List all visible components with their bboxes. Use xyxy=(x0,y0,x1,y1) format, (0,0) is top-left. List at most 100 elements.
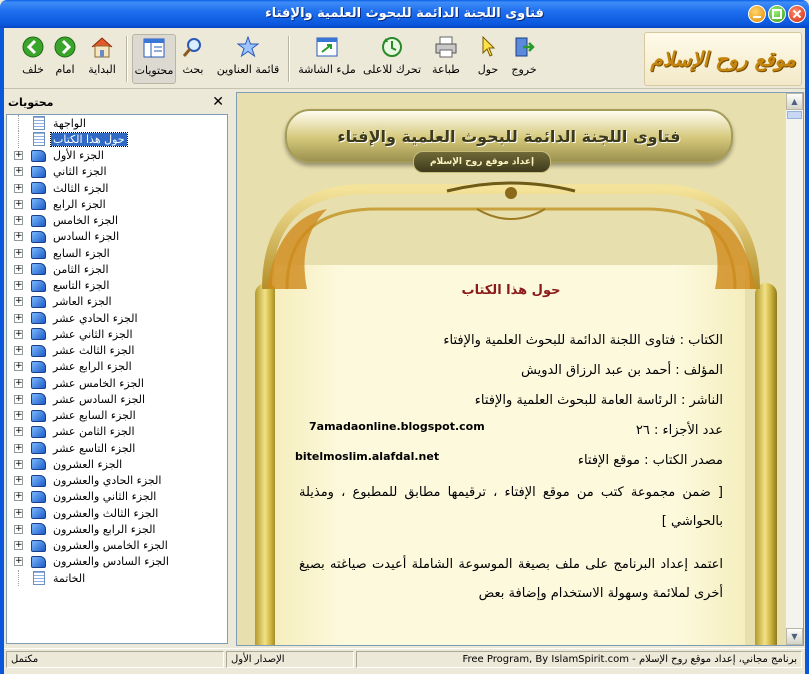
expand-icon[interactable]: + xyxy=(14,459,23,469)
tree-item-part[interactable]: + الجزء الثالث والعشرون xyxy=(7,505,227,521)
expand-icon[interactable]: + xyxy=(14,557,23,567)
tree-item-part[interactable]: + الجزء الثاني عشر xyxy=(7,326,227,342)
print-button[interactable]: طباعة xyxy=(428,34,464,84)
close-button[interactable] xyxy=(788,5,806,23)
expand-icon[interactable]: + xyxy=(14,492,23,502)
exit-button[interactable]: خروج xyxy=(508,34,540,84)
tree-item-part[interactable]: + الجزء العاشر xyxy=(7,294,227,310)
tree-item-part[interactable]: + الجزء السادس والعشرون xyxy=(7,554,227,570)
author-line: المؤلف : أحمد بن عبد الرزاق الدويش xyxy=(521,363,723,378)
tree-item-part[interactable]: + الجزء الثامن عشر xyxy=(7,424,227,440)
expand-icon[interactable]: + xyxy=(14,329,23,339)
tree-item-part[interactable]: + الجزء الخامس xyxy=(7,213,227,229)
tree-item-part[interactable]: + الجزء التاسع عشر xyxy=(7,440,227,456)
expand-icon[interactable]: + xyxy=(14,232,23,242)
tree-item-label: الجزء الثامن عشر xyxy=(53,425,135,439)
decorative-rail-left xyxy=(255,283,277,645)
expand-icon[interactable]: + xyxy=(14,248,23,258)
forward-button[interactable]: امام xyxy=(50,34,80,84)
tree-item-label: الخاتمة xyxy=(53,571,86,585)
move-up-button[interactable]: تحرك للاعلى xyxy=(360,34,424,84)
tree-item-part[interactable]: + الجزء الثاني والعشرون xyxy=(7,489,227,505)
expand-icon[interactable]: + xyxy=(14,183,23,193)
tree-item-part[interactable]: + الجزء التاسع xyxy=(7,278,227,294)
search-button[interactable]: بحث xyxy=(178,34,208,84)
back-arrow-icon xyxy=(20,34,46,60)
book-icon xyxy=(31,197,47,211)
tree-item-part[interactable]: + الجزء الحادي عشر xyxy=(7,310,227,326)
expand-icon[interactable]: + xyxy=(14,281,23,291)
expand-icon[interactable]: + xyxy=(14,411,23,421)
tree-item-part[interactable]: + الجزء الحادي والعشرون xyxy=(7,473,227,489)
tree-item-label: الجزء السادس xyxy=(53,230,120,244)
tree-item-part[interactable]: + الجزء السادس عشر xyxy=(7,391,227,407)
expand-icon[interactable]: + xyxy=(14,297,23,307)
back-label: خلف xyxy=(22,63,44,76)
contents-button[interactable]: محتويات xyxy=(132,34,176,84)
tree-item-page[interactable]: الواجهة xyxy=(7,115,227,132)
about-button[interactable]: حول xyxy=(474,34,502,84)
expand-icon[interactable]: + xyxy=(14,151,23,161)
expand-icon[interactable]: + xyxy=(14,313,23,323)
tree-item-part[interactable]: + الجزء العشرون xyxy=(7,456,227,472)
tree-item-part[interactable]: + الجزء الثالث عشر xyxy=(7,343,227,359)
home-button[interactable]: البداية xyxy=(84,34,120,84)
tree-item-part[interactable]: + الجزء الأول xyxy=(7,148,227,164)
tree-line xyxy=(18,131,19,148)
status-credit-en: Free Program, By IslamSpirit.com - xyxy=(462,654,639,665)
expand-icon[interactable]: + xyxy=(14,427,23,437)
expand-icon[interactable]: + xyxy=(14,264,23,274)
expand-icon[interactable]: + xyxy=(14,346,23,356)
tree-item-part[interactable]: + الجزء الرابع والعشرون xyxy=(7,521,227,537)
expand-icon[interactable]: + xyxy=(14,199,23,209)
tree-item-part[interactable]: + الجزء السادس xyxy=(7,229,227,245)
tree-item-part[interactable]: + الجزء السابع عشر xyxy=(7,408,227,424)
titles-list-button[interactable]: قائمة العناوين xyxy=(214,34,282,84)
expand-icon[interactable]: + xyxy=(14,508,23,518)
tree-item-label: الجزء السادس عشر xyxy=(53,392,146,406)
window-border-right xyxy=(805,28,809,674)
expand-icon[interactable]: + xyxy=(14,443,23,453)
title-bar[interactable]: فتاوى اللجنة الدائمة للبحوث العلمية والإ… xyxy=(0,0,809,28)
tree-item-part[interactable]: + الجزء الخامس والعشرون xyxy=(7,538,227,554)
expand-icon[interactable]: + xyxy=(14,541,23,551)
status-credit: Free Program, By IslamSpirit.com - برنام… xyxy=(356,651,802,668)
expand-icon[interactable]: + xyxy=(14,362,23,372)
tree-item-part[interactable]: + الجزء الثامن xyxy=(7,261,227,277)
tree-item-label: الجزء الحادي عشر xyxy=(53,311,138,325)
scroll-down-icon[interactable]: ▼ xyxy=(786,628,803,645)
tree-line xyxy=(18,570,19,587)
expand-icon[interactable]: + xyxy=(14,167,23,177)
tree-item-label: الجزء الثالث xyxy=(53,181,109,195)
minimize-button[interactable] xyxy=(748,5,766,23)
tree-item-label: الجزء الرابع عشر xyxy=(53,360,132,374)
tree-item-label: الجزء السابع xyxy=(53,246,110,260)
scroll-thumb[interactable] xyxy=(787,111,802,119)
expand-icon[interactable]: + xyxy=(14,378,23,388)
tree-item-part[interactable]: + الجزء الرابع عشر xyxy=(7,359,227,375)
scroll-up-icon[interactable]: ▲ xyxy=(786,93,803,110)
vertical-scrollbar[interactable]: ▲ ▼ xyxy=(785,93,803,645)
back-button[interactable]: خلف xyxy=(18,34,48,84)
close-panel-icon[interactable]: ✕ xyxy=(212,94,224,110)
forward-arrow-icon xyxy=(52,34,78,60)
expand-icon[interactable]: + xyxy=(14,524,23,534)
expand-icon[interactable]: + xyxy=(14,216,23,226)
contents-tree[interactable]: الواجهة حول هذا الكتاب + الجزء الأول + الجزء … xyxy=(6,114,228,644)
tree-item-part[interactable]: + الجزء السابع xyxy=(7,245,227,261)
expand-icon[interactable]: + xyxy=(14,394,23,404)
tree-item-page[interactable]: الخاتمة xyxy=(7,570,227,587)
section-heading: حول هذا الكتاب xyxy=(461,283,561,298)
tree-item-page[interactable]: حول هذا الكتاب xyxy=(7,131,227,148)
tree-item-part[interactable]: + الجزء الرابع xyxy=(7,196,227,212)
tree-item-label: الجزء التاسع عشر xyxy=(53,441,136,455)
tree-item-part[interactable]: + الجزء الثاني xyxy=(7,164,227,180)
book-icon xyxy=(31,474,47,488)
fullscreen-button[interactable]: ملء الشاشة xyxy=(294,34,360,84)
maximize-button[interactable] xyxy=(768,5,786,23)
tree-item-part[interactable]: + الجزء الخامس عشر xyxy=(7,375,227,391)
tree-item-label: حول هذا الكتاب xyxy=(50,131,128,147)
tree-item-part[interactable]: + الجزء الثالث xyxy=(7,180,227,196)
close-icon xyxy=(793,10,801,18)
expand-icon[interactable]: + xyxy=(14,476,23,486)
